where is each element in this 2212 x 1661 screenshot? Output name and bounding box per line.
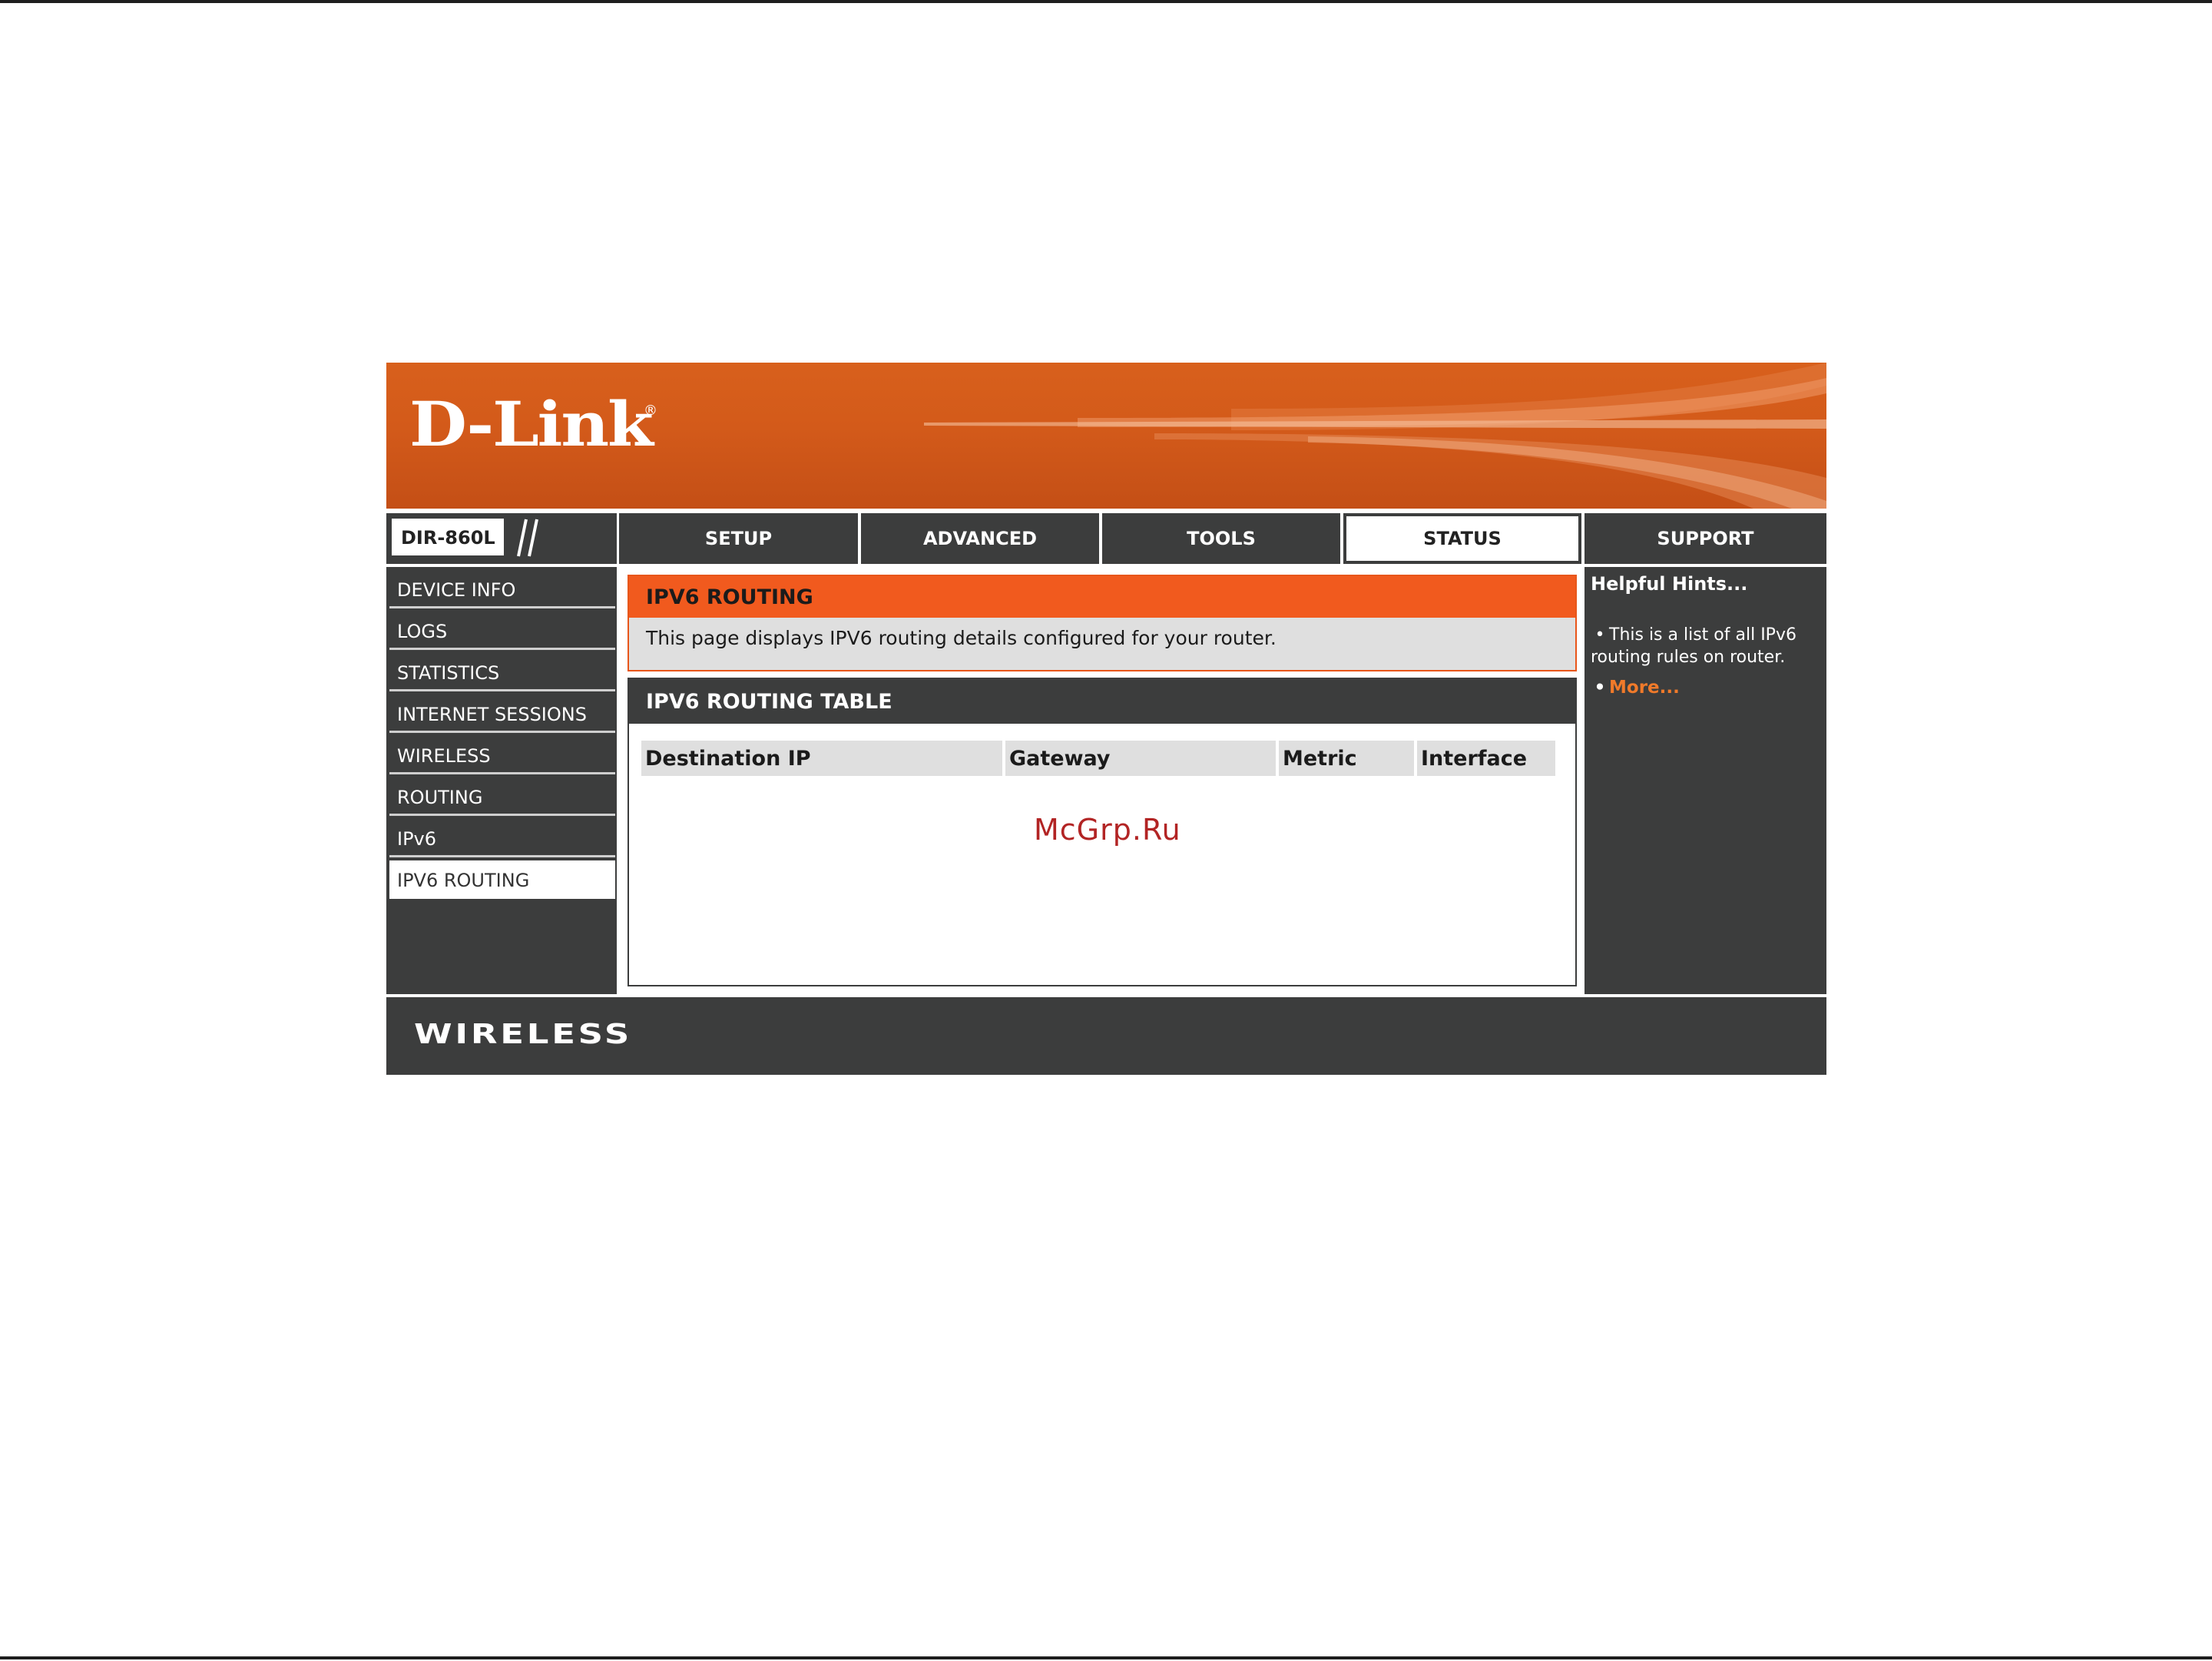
top-navigation-bar: DIR-860L SETUP ADVANCED TOOLS STATUS SUP… <box>386 513 1826 564</box>
tab-advanced[interactable]: ADVANCED <box>861 513 1099 564</box>
registered-mark: ® <box>644 403 657 419</box>
model-badge: DIR-860L <box>386 513 617 564</box>
hint-more-link[interactable]: • More... <box>1591 678 1680 698</box>
column-header-metric: Metric <box>1279 741 1414 776</box>
tab-setup[interactable]: SETUP <box>619 513 858 564</box>
header-banner: D-Link ® <box>386 363 1826 509</box>
top-page-rule <box>0 0 2212 3</box>
footer-bar: WIRELESS <box>386 997 1826 1075</box>
sidebar-item-wireless[interactable]: WIRELESS <box>389 736 615 774</box>
routing-table-title: IPV6 ROUTING TABLE <box>629 679 1575 724</box>
sidebar-item-ipv6[interactable]: IPv6 <box>389 819 615 857</box>
sidebar-item-ipv6-routing[interactable]: IPV6 ROUTING <box>389 860 615 899</box>
sidebar-item-statistics[interactable]: STATISTICS <box>389 653 615 691</box>
d-link-logo: D-Link <box>409 388 654 460</box>
sidebar-item-routing[interactable]: ROUTING <box>389 777 615 816</box>
sidebar-menu: DEVICE INFO LOGS STATISTICS INTERNET SES… <box>386 567 617 994</box>
bullet-icon: • <box>1594 625 1605 645</box>
slashes-icon <box>517 519 538 557</box>
hint-item: • This is a list of all IPv6 routing rule… <box>1591 624 1813 668</box>
tab-status[interactable]: STATUS <box>1343 513 1581 564</box>
tab-support[interactable]: SUPPORT <box>1584 513 1826 564</box>
bottom-page-rule <box>0 1656 2212 1659</box>
column-header-gateway: Gateway <box>1005 741 1276 776</box>
intro-panel: IPV6 ROUTING This page displays IPV6 rou… <box>628 575 1577 671</box>
tab-tools[interactable]: TOOLS <box>1102 513 1340 564</box>
bullet-icon: • <box>1594 678 1606 698</box>
sidebar-item-internet-sessions[interactable]: INTERNET SESSIONS <box>389 695 615 733</box>
watermark-text: McGrp.Ru <box>1034 813 1181 847</box>
page-title: IPV6 ROUTING <box>629 576 1575 618</box>
router-admin-window: D-Link ® DIR-860L SETUP ADVANCED TOOLS S… <box>386 363 1826 1075</box>
more-link-label[interactable]: More... <box>1609 678 1680 698</box>
main-content: IPV6 ROUTING This page displays IPV6 rou… <box>621 567 1584 994</box>
page-description: This page displays IPV6 routing details … <box>646 627 1277 649</box>
sidebar-item-device-info[interactable]: DEVICE INFO <box>389 570 615 608</box>
column-header-interface: Interface <box>1417 741 1555 776</box>
model-label: DIR-860L <box>390 517 505 557</box>
hint-text: This is a list of all IPv6 routing rules… <box>1591 625 1796 667</box>
hints-title: Helpful Hints... <box>1591 573 1748 595</box>
footer-wireless-logo: WIRELESS <box>414 1019 632 1050</box>
sidebar-item-logs[interactable]: LOGS <box>389 612 615 650</box>
column-header-destination-ip: Destination IP <box>641 741 1002 776</box>
helpful-hints-panel: Helpful Hints... • This is a list of all … <box>1584 567 1826 994</box>
